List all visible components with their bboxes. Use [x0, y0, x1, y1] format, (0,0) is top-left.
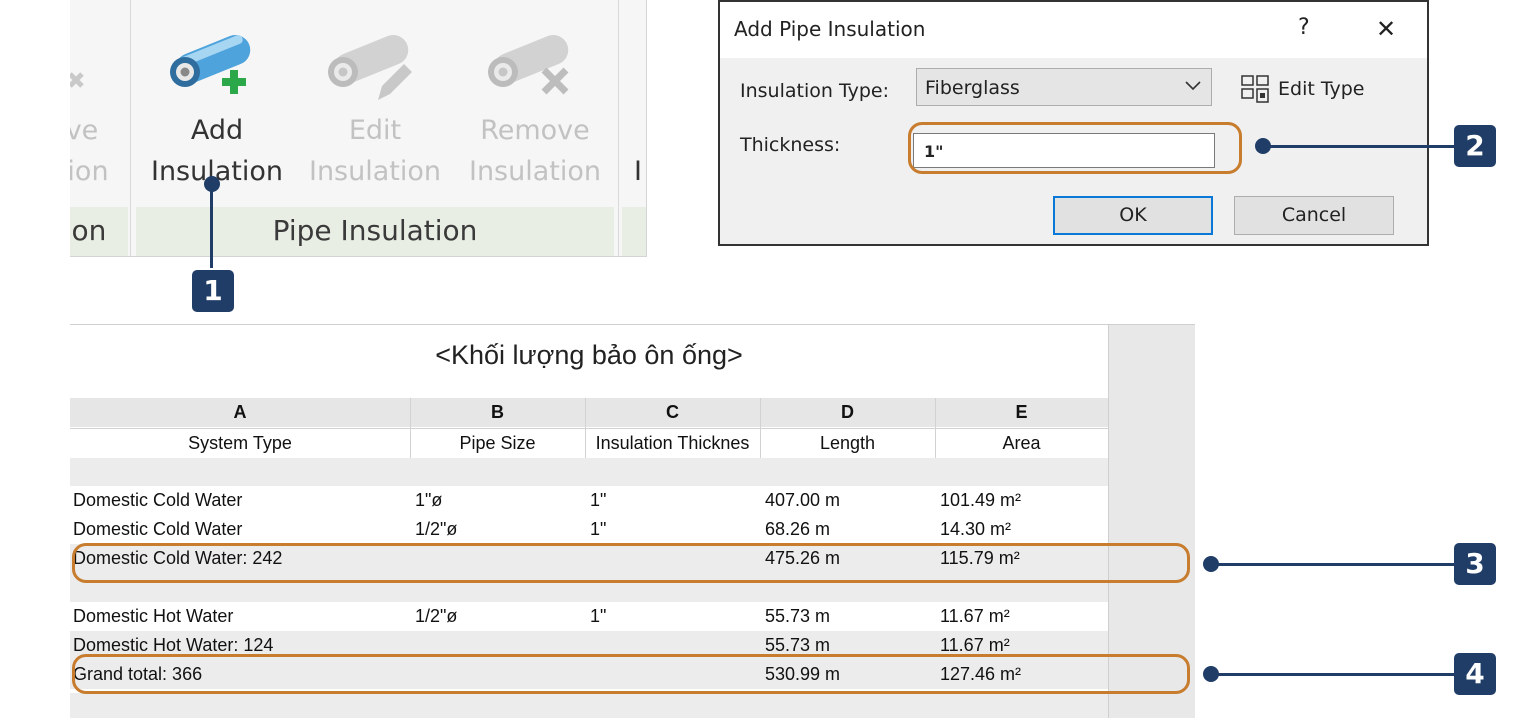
edit-type-button[interactable]: Edit Type	[1238, 70, 1368, 108]
help-button[interactable]: ?	[1298, 15, 1310, 40]
callout-badge-4: 4	[1454, 653, 1496, 695]
ribbon-separator	[130, 0, 131, 256]
ribbon-panel-footer-right	[622, 207, 646, 256]
edit-insulation-icon	[328, 35, 412, 100]
partial-tool-label-top: ve	[70, 115, 99, 146]
schedule-top-border	[70, 324, 1110, 325]
callout-line	[1268, 145, 1454, 148]
remove-insulation-label-line2: Insulation	[468, 156, 602, 187]
cell-system-type: Domestic Cold Water	[73, 519, 243, 539]
grand-total-highlight	[72, 654, 1190, 694]
chevron-down-icon	[1185, 81, 1201, 91]
cell-pipe-size: 1/2"ø	[415, 606, 458, 626]
thickness-label: Thickness:	[740, 134, 841, 156]
dialog-title-bar: Add Pipe Insulation ? ✕	[720, 2, 1427, 58]
column-header: Length	[819, 433, 876, 453]
cell-length: 407.00 m	[765, 490, 841, 510]
schedule-footer	[70, 693, 1108, 718]
add-insulation-label-line1: Add	[190, 115, 244, 146]
cell-area: 101.49 m²	[940, 490, 1022, 510]
column-letter: B	[491, 402, 504, 422]
table-row[interactable]: Domestic Cold Water 1"ø 1" 407.00 m 101.…	[70, 486, 1108, 515]
thickness-highlight	[908, 122, 1242, 174]
cell-system-type: Domestic Cold Water	[73, 490, 243, 510]
column-header: Pipe Size	[459, 433, 536, 453]
cell-insulation-thickness: 1"	[590, 606, 607, 626]
cell-insulation-thickness: 1"	[590, 490, 607, 510]
remove-insulation-icon	[488, 35, 569, 95]
edit-type-label: Edit Type	[1278, 78, 1365, 100]
cell-system-type: Domestic Hot Water	[73, 606, 234, 626]
add-insulation-button[interactable]: Add Insulation	[142, 0, 292, 205]
cell-pipe-size: 1"ø	[415, 490, 443, 510]
callout-line	[1216, 563, 1454, 566]
schedule-title: <Khối lượng bảo ôn ống>	[435, 340, 743, 370]
callout-line	[1216, 673, 1454, 676]
column-header-row: System Type Pipe Size Insulation Thickne…	[70, 429, 1108, 458]
subtotal-highlight	[72, 543, 1190, 583]
partial-tool-right: I	[634, 156, 642, 187]
column-letter: C	[666, 402, 679, 422]
column-letter: E	[1015, 402, 1028, 422]
cell-length: 68.26 m	[765, 519, 831, 539]
close-button[interactable]: ✕	[1376, 15, 1396, 43]
dialog-title: Add Pipe Insulation	[734, 17, 926, 41]
cell-length: 55.73 m	[765, 606, 831, 626]
header-divider	[70, 428, 1108, 429]
cell-pipe-size: 1/2"ø	[415, 519, 458, 539]
add-insulation-icon	[170, 35, 251, 94]
insulation-type-label: Insulation Type:	[740, 80, 889, 102]
column-letter: A	[233, 402, 247, 422]
partial-panel-title: on	[71, 214, 107, 247]
edit-insulation-label-line1: Edit	[348, 115, 402, 146]
ribbon-separator	[618, 0, 619, 256]
cell-area: 11.67 m²	[940, 606, 1010, 626]
cell-insulation-thickness: 1"	[590, 519, 607, 539]
insulation-type-select[interactable]: Fiberglass	[916, 68, 1212, 106]
remove-insulation-label-line1: Remove	[480, 115, 590, 146]
column-letter-row: A B C D E	[70, 398, 1108, 427]
ribbon-panel: ve ion on Add Insulation Edit Insulation	[70, 0, 647, 257]
callout-badge-3: 3	[1454, 543, 1496, 585]
ok-button[interactable]: OK	[1053, 196, 1213, 235]
column-letter: D	[841, 402, 854, 422]
callout-badge-1: 1	[192, 270, 234, 312]
callout-line	[210, 186, 213, 268]
cancel-button[interactable]: Cancel	[1234, 196, 1394, 235]
table-row[interactable]: Domestic Cold Water 1/2"ø 1" 68.26 m 14.…	[70, 515, 1108, 544]
column-header: Area	[1002, 433, 1041, 453]
callout-badge-2: 2	[1454, 125, 1496, 167]
partial-tool-label-bottom: ion	[70, 156, 109, 187]
edit-insulation-button[interactable]: Edit Insulation	[300, 0, 450, 205]
group-band	[70, 458, 1108, 487]
table-row[interactable]: Domestic Hot Water 1/2"ø 1" 55.73 m 11.6…	[70, 602, 1108, 631]
edit-type-icon	[1241, 75, 1269, 103]
column-header: System Type	[188, 433, 292, 453]
cell-area: 14.30 m²	[940, 519, 1012, 539]
edit-insulation-label-line2: Insulation	[308, 156, 442, 187]
partial-tool-icon	[70, 72, 84, 88]
remove-insulation-button[interactable]: Remove Insulation	[460, 0, 610, 205]
insulation-type-value: Fiberglass	[925, 77, 1020, 99]
column-header: Insulation Thicknes	[595, 433, 750, 453]
